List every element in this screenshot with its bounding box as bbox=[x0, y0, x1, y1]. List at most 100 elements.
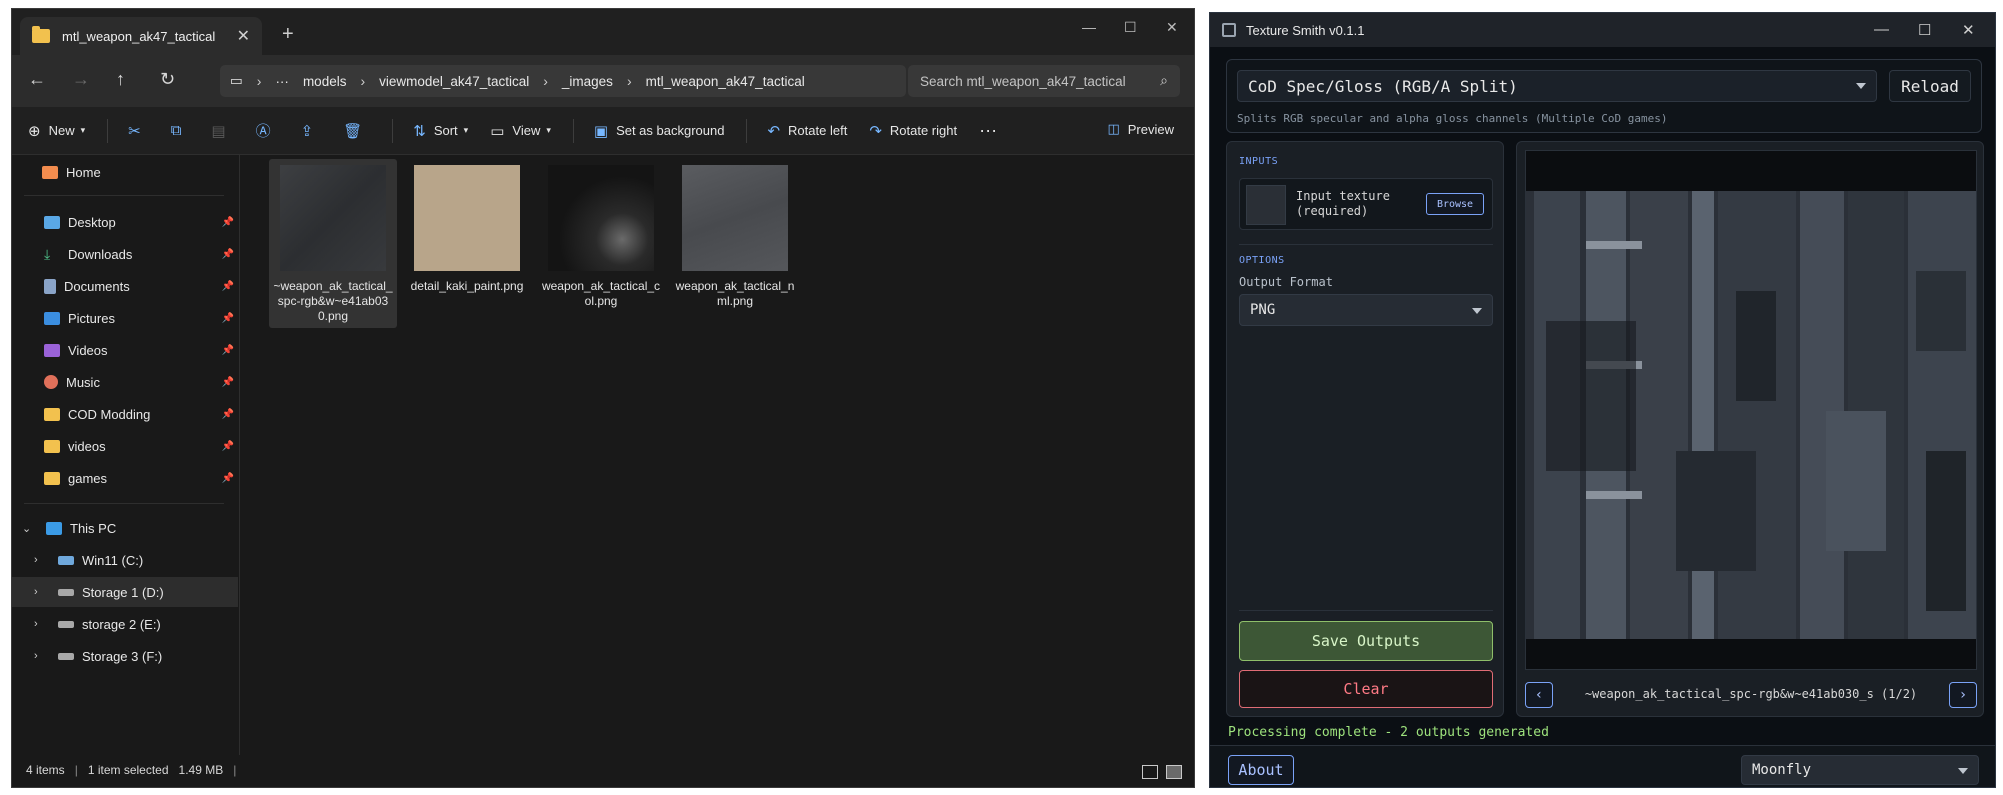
breadcrumb-item[interactable]: models bbox=[303, 74, 347, 89]
preset-dropdown[interactable]: CoD Spec/Gloss (RGB/A Split) bbox=[1237, 70, 1877, 102]
sidebar-item-drive-d[interactable]: › Storage 1 (D:) bbox=[12, 577, 238, 607]
copy-button[interactable]: ⧉ bbox=[171, 122, 190, 139]
preview-pane-button[interactable]: ◫ Preview bbox=[1107, 121, 1174, 137]
explorer-tab[interactable]: mtl_weapon_ak47_tactical ✕ bbox=[20, 17, 262, 55]
browse-button[interactable]: Browse bbox=[1426, 193, 1484, 215]
about-button[interactable]: About bbox=[1228, 755, 1294, 785]
breadcrumb-item[interactable]: _images bbox=[562, 74, 613, 89]
next-output-button[interactable]: › bbox=[1949, 682, 1977, 708]
sidebar-item-music[interactable]: Music 📌 bbox=[12, 367, 238, 397]
minimize-icon[interactable]: — bbox=[1874, 21, 1889, 38]
sidebar-item-cod-modding[interactable]: COD Modding 📌 bbox=[12, 399, 238, 429]
file-item[interactable]: detail_kaki_paint.png bbox=[403, 159, 531, 294]
explorer-tab-title: mtl_weapon_ak47_tactical bbox=[62, 28, 216, 44]
new-button[interactable]: ⊕ New ▾ bbox=[28, 122, 85, 140]
scissors-icon: ✂ bbox=[128, 122, 141, 140]
refresh-icon[interactable]: ↻ bbox=[160, 69, 175, 90]
folder-icon bbox=[44, 471, 60, 485]
preview-pane-icon: ◫ bbox=[1107, 121, 1120, 136]
sidebar-item-this-pc[interactable]: ⌄ This PC bbox=[12, 513, 238, 543]
computer-icon: ▭ bbox=[230, 73, 243, 88]
back-arrow-icon[interactable]: ← bbox=[28, 69, 46, 90]
maximize-icon[interactable]: ☐ bbox=[1918, 21, 1931, 39]
sidebar-item-drive-f[interactable]: › Storage 3 (F:) bbox=[12, 641, 238, 671]
output-format-dropdown[interactable]: PNG bbox=[1239, 294, 1493, 326]
details-view-icon[interactable] bbox=[1142, 765, 1158, 779]
share-button[interactable]: ⇪ bbox=[301, 122, 322, 140]
sidebar-item-desktop[interactable]: Desktop 📌 bbox=[12, 207, 238, 237]
sidebar-item-home[interactable]: Home bbox=[12, 157, 238, 187]
delete-button[interactable]: 🗑 bbox=[343, 122, 370, 140]
copy-icon: ⧉ bbox=[170, 122, 182, 139]
cut-button[interactable]: ✂ bbox=[128, 122, 149, 140]
chevron-down-icon bbox=[1472, 308, 1482, 314]
status-divider: | bbox=[233, 763, 237, 777]
clipboard-icon: ▤ bbox=[211, 122, 226, 140]
panel-divider bbox=[1239, 610, 1493, 611]
close-tab-icon[interactable]: ✕ bbox=[237, 26, 250, 46]
address-bar[interactable]: ▭ › ··· models › viewmodel_ak47_tactical… bbox=[220, 65, 906, 97]
breadcrumb-item[interactable]: viewmodel_ak47_tactical bbox=[379, 74, 529, 89]
selection-count: 1 item selected bbox=[87, 763, 169, 777]
new-tab-icon[interactable]: + bbox=[282, 23, 294, 46]
pin-icon: 📌 bbox=[221, 216, 234, 228]
close-window-icon[interactable]: ✕ bbox=[1166, 19, 1178, 36]
pin-icon: 📌 bbox=[221, 408, 234, 420]
inputs-section-label: INPUTS bbox=[1239, 156, 1279, 167]
chevron-right-icon[interactable]: › bbox=[34, 554, 44, 566]
search-input[interactable]: Search mtl_weapon_ak47_tactical ⌕ bbox=[908, 65, 1180, 97]
sidebar-item-videos-folder[interactable]: videos 📌 bbox=[12, 431, 238, 461]
navigation-pane: Home Desktop 📌 ⤓ Downloads 📌 Documents 📌… bbox=[12, 155, 240, 755]
sidebar-item-label: COD Modding bbox=[68, 406, 151, 422]
chevron-down-icon: ▾ bbox=[546, 125, 551, 135]
chevron-right-icon[interactable]: › bbox=[34, 586, 44, 598]
preset-value: CoD Spec/Gloss (RGB/A Split) bbox=[1248, 76, 1518, 96]
chevron-down-icon[interactable]: ⌄ bbox=[22, 522, 32, 535]
bottom-bar: About Moonfly bbox=[1210, 745, 1995, 787]
sort-button[interactable]: ⇅ Sort ▾ bbox=[413, 122, 468, 140]
large-icons-view-icon[interactable] bbox=[1166, 765, 1182, 779]
theme-dropdown[interactable]: Moonfly bbox=[1741, 755, 1979, 785]
breadcrumb-item[interactable]: mtl_weapon_ak47_tactical bbox=[646, 74, 805, 89]
rotate-right-button[interactable]: ↷ Rotate right bbox=[869, 122, 957, 140]
preview-label: Preview bbox=[1127, 121, 1174, 137]
sidebar-item-label: Win11 (C:) bbox=[82, 552, 144, 568]
set-background-button[interactable]: ▣ Set as background bbox=[594, 122, 725, 140]
sidebar-item-documents[interactable]: Documents 📌 bbox=[12, 271, 238, 301]
sidebar-item-label: This PC bbox=[70, 520, 117, 536]
trash-icon: 🗑 bbox=[343, 122, 363, 140]
chevron-right-icon[interactable]: › bbox=[34, 618, 44, 630]
sidebar-item-drive-c[interactable]: › Win11 (C:) bbox=[12, 545, 238, 575]
save-outputs-button[interactable]: Save Outputs bbox=[1239, 621, 1493, 661]
file-item[interactable]: ~weapon_ak_tactical_ spc-rgb&w~e41ab03 0… bbox=[269, 159, 397, 328]
minimize-icon[interactable]: — bbox=[1082, 19, 1096, 35]
file-item[interactable]: weapon_ak_tactical_n ml.png bbox=[671, 159, 799, 309]
maximize-icon[interactable]: ☐ bbox=[1124, 19, 1137, 36]
preview-canvas bbox=[1525, 150, 1977, 670]
forward-arrow-icon[interactable]: → bbox=[72, 69, 90, 90]
close-window-icon[interactable]: ✕ bbox=[1962, 21, 1975, 39]
rotate-left-button[interactable]: ↶ Rotate left bbox=[767, 122, 847, 140]
breadcrumb-overflow[interactable]: ··· bbox=[275, 74, 289, 89]
view-button[interactable]: ▭ View ▾ bbox=[490, 122, 551, 140]
chevron-right-icon: › bbox=[543, 73, 548, 89]
search-icon[interactable]: ⌕ bbox=[1160, 72, 1168, 89]
up-arrow-icon[interactable]: ↑ bbox=[116, 69, 125, 90]
clear-button[interactable]: Clear bbox=[1239, 670, 1493, 708]
previous-output-button[interactable]: ‹ bbox=[1525, 682, 1553, 708]
sidebar-item-videos[interactable]: Videos 📌 bbox=[12, 335, 238, 365]
paste-button[interactable]: ▤ bbox=[211, 122, 233, 140]
sidebar-item-games[interactable]: games 📌 bbox=[12, 463, 238, 493]
more-options-button[interactable]: ··· bbox=[979, 120, 997, 141]
chevron-right-icon[interactable]: › bbox=[34, 650, 44, 662]
file-item[interactable]: weapon_ak_tactical_c ol.png bbox=[537, 159, 665, 309]
drive-icon bbox=[58, 620, 74, 628]
sidebar-item-label: Documents bbox=[64, 278, 130, 294]
explorer-command-bar: ⊕ New ▾ ✂ ⧉ ▤ Ⓐ ⇪ 🗑 ⇅ Sort ▾ ▭ View ▾ ▣ … bbox=[12, 107, 1194, 155]
reload-button[interactable]: Reload bbox=[1889, 70, 1971, 102]
sidebar-item-pictures[interactable]: Pictures 📌 bbox=[12, 303, 238, 333]
sidebar-item-drive-e[interactable]: › storage 2 (E:) bbox=[12, 609, 238, 639]
rename-button[interactable]: Ⓐ bbox=[256, 120, 279, 141]
file-name-line: 0.png bbox=[317, 309, 349, 323]
sidebar-item-downloads[interactable]: ⤓ Downloads 📌 bbox=[12, 239, 238, 269]
